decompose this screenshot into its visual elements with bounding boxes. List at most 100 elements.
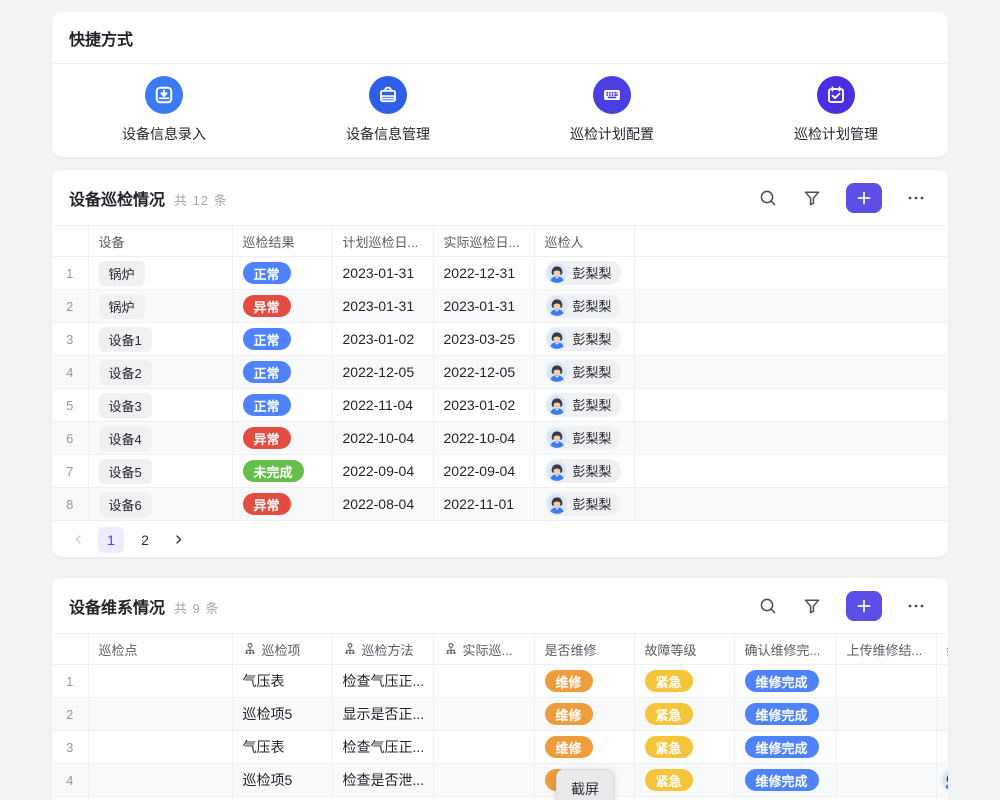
point-cell[interactable] [88,797,232,800]
column-header-actual[interactable]: 实际巡... [433,634,534,665]
confirm-cell[interactable]: 维修中 [734,797,836,800]
column-header-level[interactable]: 故障等级 [634,634,734,665]
row-number-cell[interactable]: 3 [52,731,88,764]
upload-cell[interactable] [836,731,936,764]
actual-cell[interactable] [433,698,534,731]
row-number-cell[interactable]: 1 [52,665,88,698]
point-cell[interactable] [88,698,232,731]
inspector-cell[interactable]: 彭梨梨 [534,455,634,488]
inspector-cell[interactable]: 彭梨梨 [534,422,634,455]
column-header-planned-date[interactable]: 计划巡检日... [332,226,433,257]
add-record-button[interactable] [846,183,882,213]
actual-cell[interactable] [433,764,534,797]
upload-cell[interactable] [836,764,936,797]
row-number-cell[interactable]: 5 [52,797,88,800]
row-number-cell[interactable]: 6 [52,422,88,455]
page-button-1[interactable]: 1 [98,527,124,553]
device-cell[interactable]: 设备5 [88,455,232,488]
repair-cell[interactable]: 维修 [534,665,634,698]
upload-cell[interactable] [836,797,936,800]
shortcut-device-entry[interactable]: 设备信息录入 [84,76,244,144]
result-cell[interactable]: 正常 [232,323,332,356]
repairer-cell[interactable] [936,731,948,764]
point-cell[interactable] [88,665,232,698]
inspector-cell[interactable]: 彭梨梨 [534,323,634,356]
inspector-cell[interactable]: 彭梨梨 [534,488,634,521]
row-number-header[interactable] [52,634,88,665]
actual-date-cell[interactable]: 2022-10-04 [433,422,534,455]
upload-cell[interactable] [836,665,936,698]
column-header-point[interactable]: 巡检点 [88,634,232,665]
repairer-cell[interactable]: 彭梨梨 [936,764,948,797]
method-cell[interactable]: 检查气压正... [332,731,433,764]
planned-date-cell[interactable]: 2022-08-04 [332,488,433,521]
actual-date-cell[interactable]: 2023-01-02 [433,389,534,422]
row-number-cell[interactable]: 5 [52,389,88,422]
device-cell[interactable]: 设备2 [88,356,232,389]
device-cell[interactable]: 锅炉 [88,290,232,323]
inspector-cell[interactable]: 彭梨梨 [534,257,634,290]
level-cell[interactable]: 紧急 [634,698,734,731]
repair-cell[interactable]: 维修 [534,731,634,764]
next-page-icon[interactable] [166,528,190,552]
planned-date-cell[interactable]: 2023-01-31 [332,257,433,290]
confirm-cell[interactable]: 维修完成 [734,764,836,797]
search-icon[interactable] [758,188,778,208]
more-icon[interactable] [906,596,926,616]
level-cell[interactable]: 紧急 [634,764,734,797]
planned-date-cell[interactable]: 2023-01-02 [332,323,433,356]
row-number-cell[interactable]: 2 [52,698,88,731]
repairer-cell[interactable] [936,698,948,731]
filter-icon[interactable] [802,188,822,208]
planned-date-cell[interactable]: 2022-11-04 [332,389,433,422]
actual-cell[interactable] [433,797,534,800]
more-icon[interactable] [906,188,926,208]
result-cell[interactable]: 正常 [232,356,332,389]
row-number-cell[interactable]: 4 [52,764,88,797]
column-header-item[interactable]: 巡检项 [232,634,332,665]
confirm-cell[interactable]: 维修完成 [734,665,836,698]
device-cell[interactable]: 锅炉 [88,257,232,290]
method-cell[interactable]: 显示是否正... [332,698,433,731]
result-cell[interactable]: 正常 [232,257,332,290]
device-cell[interactable]: 设备4 [88,422,232,455]
point-cell[interactable] [88,764,232,797]
item-cell[interactable]: 气压表 [232,665,332,698]
repairer-cell[interactable] [936,797,948,800]
result-cell[interactable]: 异常 [232,488,332,521]
actual-date-cell[interactable]: 2022-12-31 [433,257,534,290]
row-number-cell[interactable]: 8 [52,488,88,521]
device-cell[interactable]: 设备6 [88,488,232,521]
level-cell[interactable]: 紧急 [634,731,734,764]
column-header-method[interactable]: 巡检方法 [332,634,433,665]
upload-cell[interactable] [836,698,936,731]
device-cell[interactable]: 设备3 [88,389,232,422]
level-cell[interactable]: 重要 [634,797,734,800]
planned-date-cell[interactable]: 2022-09-04 [332,455,433,488]
row-number-cell[interactable]: 2 [52,290,88,323]
result-cell[interactable]: 异常 [232,290,332,323]
planned-date-cell[interactable]: 2022-12-05 [332,356,433,389]
row-number-header[interactable] [52,226,88,257]
actual-date-cell[interactable]: 2022-11-01 [433,488,534,521]
item-cell[interactable]: 巡检项5 [232,698,332,731]
confirm-cell[interactable]: 维修完成 [734,731,836,764]
device-cell[interactable]: 设备1 [88,323,232,356]
item-cell[interactable]: 气压表 [232,731,332,764]
column-header-repair[interactable]: 是否维修 [534,634,634,665]
planned-date-cell[interactable]: 2022-10-04 [332,422,433,455]
page-button-2[interactable]: 2 [132,527,158,553]
actual-cell[interactable] [433,665,534,698]
row-number-cell[interactable]: 4 [52,356,88,389]
column-header-cut[interactable]: 维... [936,634,948,665]
column-header-result[interactable]: 巡检结果 [232,226,332,257]
column-header-upload[interactable]: 上传维修结... [836,634,936,665]
row-number-cell[interactable]: 3 [52,323,88,356]
item-cell[interactable]: 巡检项5 [232,797,332,800]
actual-date-cell[interactable]: 2022-09-04 [433,455,534,488]
column-header-inspector[interactable]: 巡检人 [534,226,634,257]
method-cell[interactable]: 显示是否正... [332,797,433,800]
column-header-device[interactable]: 设备 [88,226,232,257]
point-cell[interactable] [88,731,232,764]
confirm-cell[interactable]: 维修完成 [734,698,836,731]
